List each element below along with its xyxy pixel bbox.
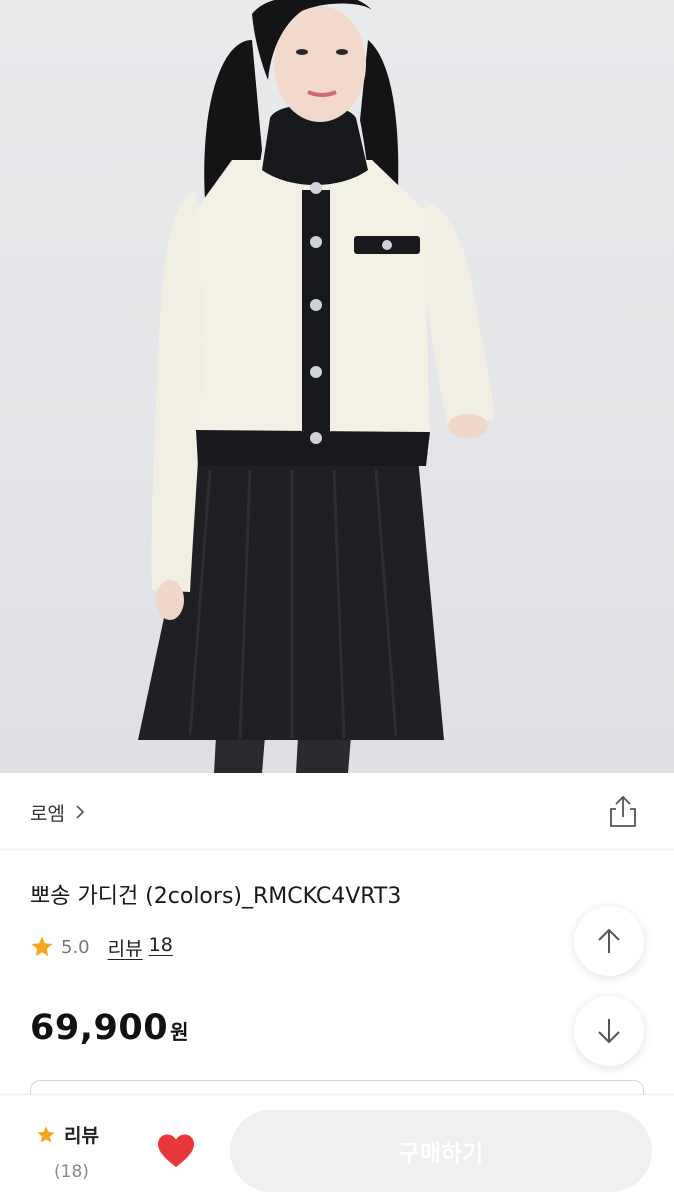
bottom-review-label: 리뷰: [64, 1125, 99, 1147]
product-title: 뽀송 가디건 (2colors)_RMCKC4VRT3: [30, 884, 402, 909]
bottom-action-bar: 리뷰 (18) 구매하기: [0, 1094, 674, 1200]
price-row: 69,900 원: [30, 1008, 188, 1048]
scroll-bottom-button[interactable]: [574, 996, 644, 1066]
scroll-top-button[interactable]: [574, 906, 644, 976]
share-icon[interactable]: [604, 793, 642, 831]
buy-button[interactable]: 구매하기: [230, 1110, 652, 1192]
heart-icon[interactable]: [156, 1133, 196, 1169]
review-link-count: 18: [148, 933, 173, 956]
brand-link[interactable]: 로엠: [30, 797, 87, 827]
arrow-down-icon: [598, 1019, 620, 1044]
rating-row: 5.0 리뷰 18: [30, 932, 173, 962]
review-link[interactable]: 리뷰 18: [108, 934, 173, 961]
price-currency: 원: [170, 1020, 189, 1044]
review-link-label: 리뷰: [107, 937, 143, 960]
arrow-up-icon: [598, 928, 620, 953]
product-detail-page: 로엠 뽀송 가디건 (2colors)_RMCKC4VRT3 5.0 리뷰 18…: [0, 0, 674, 1200]
product-image[interactable]: [0, 0, 674, 773]
product-photo-illustration: [138, 0, 494, 773]
price: 69,900: [30, 1008, 169, 1048]
bottom-review-count: (18): [54, 1162, 89, 1182]
brand-row: 로엠: [0, 773, 674, 850]
star-icon: [31, 936, 53, 957]
rating-value: 5.0: [61, 936, 90, 958]
brand-name: 로엠: [30, 802, 65, 825]
bottom-review-button[interactable]: 리뷰 (18): [36, 1121, 116, 1182]
star-icon: [37, 1125, 55, 1143]
chevron-right-icon: [76, 805, 85, 819]
